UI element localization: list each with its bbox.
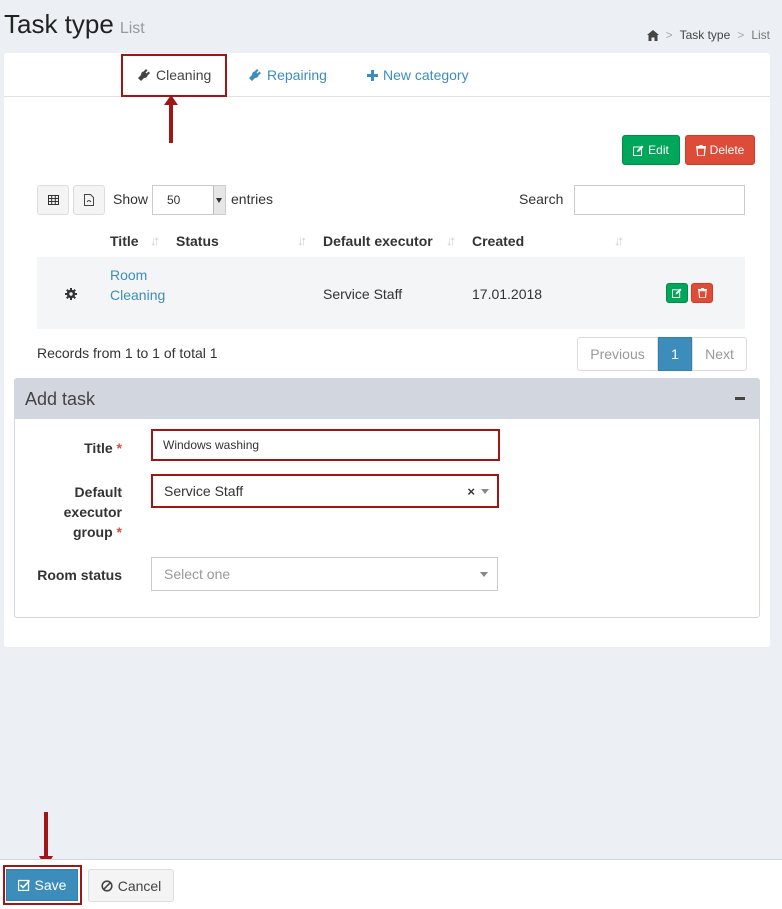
add-task-title: Add task [25, 389, 96, 409]
edit-icon [633, 145, 644, 156]
annotation-arrow-icon [164, 95, 178, 143]
export-pdf-button[interactable] [73, 185, 105, 215]
pagination-page-1[interactable]: 1 [658, 337, 692, 371]
room-status-placeholder: Select one [164, 566, 231, 582]
title-label: Title * [35, 438, 122, 458]
trash-icon [695, 144, 706, 156]
executor-label-line: executor [63, 504, 122, 520]
breadcrumb-separator: > [737, 28, 745, 42]
add-task-panel: Add task Title * Default executor group … [14, 378, 760, 618]
save-label: Save [34, 877, 67, 893]
tab-new-category[interactable]: New category [367, 67, 469, 83]
title-label-text: Title [84, 440, 113, 456]
plus-icon [367, 69, 378, 81]
tab-label: Repairing [267, 67, 327, 83]
add-task-header: Add task [15, 379, 759, 419]
pagination: Previous 1 Next [577, 337, 747, 371]
required-mark: * [116, 524, 122, 540]
delete-category-button[interactable]: Delete [685, 135, 755, 165]
search-input[interactable] [574, 185, 745, 215]
annotation-highlight-box [121, 54, 227, 97]
breadcrumb-list: List [751, 28, 770, 42]
tab-label: New category [383, 67, 469, 83]
room-status-select[interactable]: Select one [151, 557, 498, 591]
plug-icon [249, 69, 261, 81]
gear-icon[interactable] [65, 288, 77, 300]
show-label: Show [113, 191, 149, 207]
trash-icon [697, 288, 707, 298]
row-created: 17.01.2018 [472, 286, 543, 302]
save-button[interactable]: Save [6, 869, 78, 901]
entries-select-toggle[interactable] [213, 186, 225, 214]
executor-label-line: group [73, 524, 113, 540]
chevron-down-icon [216, 198, 222, 203]
breadcrumb-task-type[interactable]: Task type [680, 28, 731, 42]
records-info: Records from 1 to 1 of total 1 [37, 345, 218, 361]
entries-value: 50 [167, 193, 181, 207]
sort-icon[interactable]: ↓↑ [150, 233, 160, 248]
column-header-status[interactable]: Status [176, 233, 219, 249]
room-status-label: Room status [37, 567, 122, 583]
row-title-link[interactable]: Room Cleaning [110, 265, 165, 305]
executor-group-label: Default executor group * [35, 482, 122, 542]
ban-icon [101, 879, 113, 892]
grid-view-button[interactable] [37, 185, 69, 215]
minus-icon[interactable] [735, 397, 745, 400]
table-icon [47, 195, 59, 205]
row-executor: Service Staff [323, 286, 403, 302]
column-header-title[interactable]: Title [110, 233, 139, 249]
file-pdf-icon [84, 194, 94, 206]
search-label: Search [519, 191, 564, 207]
breadcrumb-separator: > [665, 28, 673, 42]
cancel-label: Cancel [117, 877, 162, 894]
edit-label: Edit [648, 143, 669, 157]
page-title: Task type List [4, 9, 145, 40]
column-header-executor[interactable]: Default executor [323, 233, 433, 249]
entries-select[interactable]: 50 [152, 185, 226, 215]
sort-icon[interactable]: ↓↑ [297, 233, 307, 248]
chevron-down-icon [480, 572, 488, 577]
page-title-text: Task type [4, 9, 114, 39]
sort-icon[interactable]: ↓↑ [446, 233, 456, 248]
breadcrumb: > Task type > List [646, 28, 770, 42]
row-delete-button[interactable] [691, 283, 713, 303]
edit-category-button[interactable]: Edit [622, 135, 680, 165]
column-header-created[interactable]: Created [472, 233, 524, 249]
content-box: Cleaning Repairing New category Edit Del… [4, 53, 770, 647]
home-icon[interactable] [646, 29, 659, 41]
row-edit-button[interactable] [666, 283, 688, 303]
title-input[interactable] [151, 429, 500, 461]
executor-label-line: Default [74, 484, 122, 500]
cancel-button[interactable]: Cancel [88, 869, 174, 902]
required-mark: * [116, 440, 122, 456]
check-square-icon [17, 879, 30, 891]
pagination-previous[interactable]: Previous [577, 337, 658, 371]
row-title-line: Cleaning [110, 287, 166, 303]
page-subtitle: List [119, 20, 145, 37]
entries-label: entries [231, 191, 274, 207]
edit-icon [672, 288, 682, 298]
executor-group-value: Service Staff [164, 483, 244, 499]
row-title-line: Room [110, 267, 148, 283]
chevron-down-icon [481, 489, 489, 494]
category-tabs: Cleaning Repairing New category [4, 53, 770, 97]
executor-group-select[interactable]: Service Staff × [151, 474, 499, 508]
sort-icon[interactable]: ↓↑ [614, 233, 624, 248]
clear-selection-icon[interactable]: × [467, 484, 475, 499]
delete-label: Delete [709, 143, 745, 157]
page-header: Task type List > Task type > List [0, 0, 782, 52]
form-footer: Save Cancel [0, 859, 782, 909]
pagination-next[interactable]: Next [692, 337, 747, 371]
tab-repairing[interactable]: Repairing [248, 67, 327, 83]
